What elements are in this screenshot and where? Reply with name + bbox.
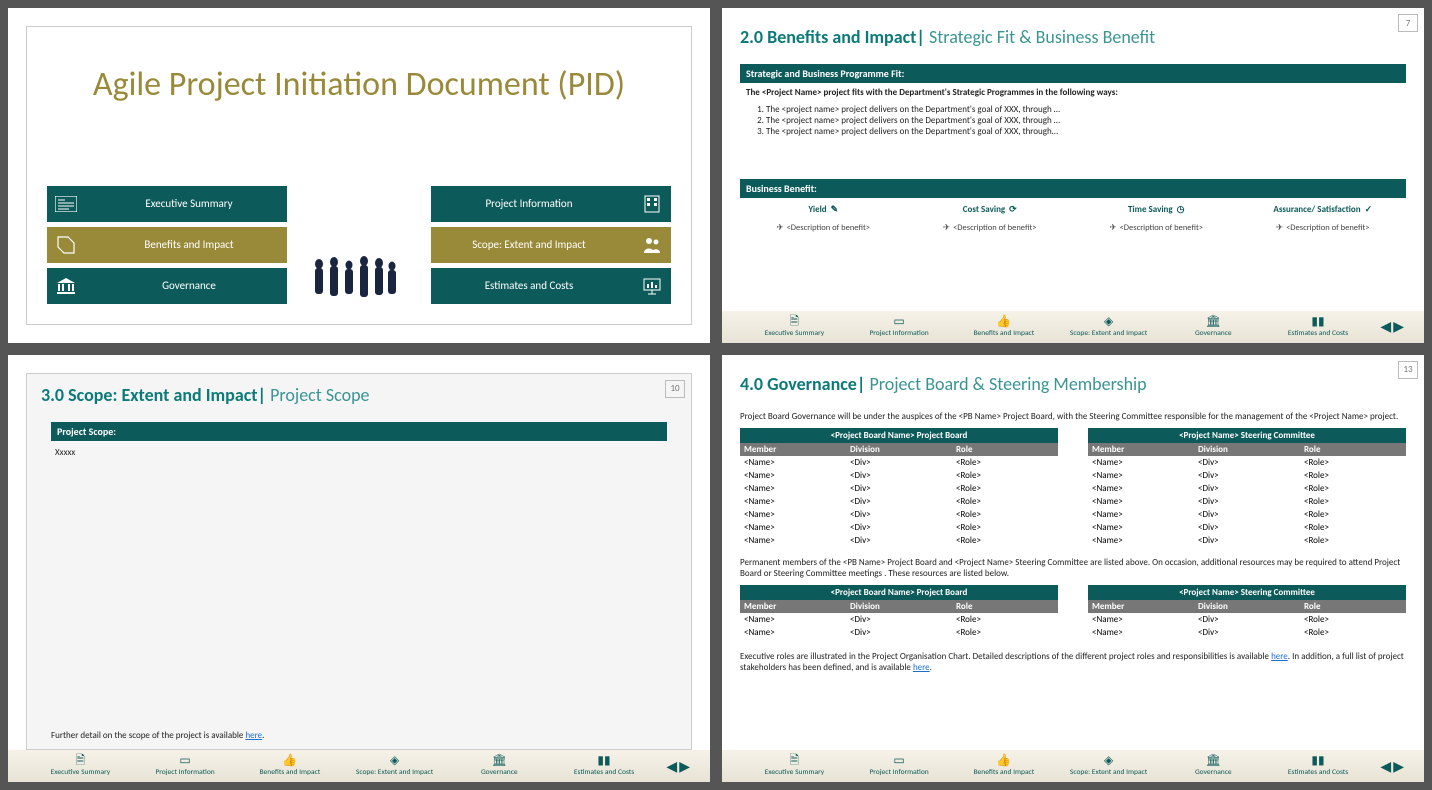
people-icon xyxy=(641,234,663,256)
institution-icon: 🏛 xyxy=(492,755,507,767)
prev-icon: ◀ xyxy=(1380,318,1391,335)
book-icon: ▭ xyxy=(893,316,904,328)
prev-icon: ◀ xyxy=(1380,758,1391,775)
nav-governance[interactable]: 🏛Governance xyxy=(1161,755,1266,777)
steering-committee-table: <Project Name> Steering Committee Member… xyxy=(1088,428,1406,547)
thumbs-up-icon: 👍 xyxy=(996,755,1011,767)
book-icon: ▭ xyxy=(893,755,904,767)
nav-arrows[interactable]: ◀▶ xyxy=(666,758,690,775)
gov-footer-note: Executive roles are illustrated in the P… xyxy=(740,651,1406,673)
nav-benefits[interactable]: 👍Benefits and Impact xyxy=(951,755,1056,777)
document-icon: 🗎 xyxy=(790,316,800,328)
project-board-table-2: <Project Board Name> Project Board Membe… xyxy=(740,585,1058,639)
footer-nav: 🗎Executive Summary ▭Project Information … xyxy=(722,311,1424,343)
institution-icon: 🏛 xyxy=(1206,755,1221,767)
chart-icon: ▮▮ xyxy=(1311,755,1324,767)
thumbs-up-icon: 👍 xyxy=(996,316,1011,328)
document-icon: 🗎 xyxy=(76,755,86,767)
target-icon: ◈ xyxy=(390,755,399,767)
refresh-icon: ⟳ xyxy=(1009,204,1017,215)
page-number: 10 xyxy=(665,380,685,398)
prev-icon: ◀ xyxy=(666,758,677,775)
target-icon: ◈ xyxy=(1104,316,1113,328)
slide-2: 7 2.0 Benefits and Impact| Strategic Fit… xyxy=(722,8,1424,343)
scope-here-link[interactable]: here xyxy=(245,730,262,741)
slide-1: Agile Project Initiation Document (PID) … xyxy=(8,8,710,343)
nav-benefits[interactable]: 👍Benefits and Impact xyxy=(951,316,1056,338)
footer-nav: 🗎Executive Summary ▭Project Information … xyxy=(722,750,1424,782)
nav-project-info[interactable]: ▭Project Information xyxy=(847,755,952,777)
nav-scope[interactable]: ◈Scope: Extent and Impact xyxy=(1056,755,1161,777)
footer-nav: 🗎Executive Summary ▭Project Information … xyxy=(8,750,710,782)
people-icon xyxy=(304,254,414,304)
roles-here-link[interactable]: here xyxy=(1271,651,1288,662)
institution-icon: 🏛 xyxy=(1206,316,1221,328)
next-icon: ▶ xyxy=(1393,318,1404,335)
clock-icon: ◷ xyxy=(1177,204,1185,215)
tag-icon xyxy=(55,234,77,256)
page-number: 7 xyxy=(1398,14,1418,32)
benefit-descs: ✈<Description of benefit> ✈<Description … xyxy=(740,223,1406,233)
menu-benefits[interactable]: Benefits and Impact xyxy=(47,227,287,263)
menu-estimates[interactable]: Estimates and Costs xyxy=(431,268,671,304)
next-icon: ▶ xyxy=(1393,758,1404,775)
next-icon: ▶ xyxy=(679,758,690,775)
scope-body: Xxxxx xyxy=(51,441,667,641)
nav-arrows[interactable]: ◀▶ xyxy=(1380,318,1404,335)
strategic-fit-bar: Strategic and Business Programme Fit: xyxy=(740,64,1406,83)
left-menu: Executive Summary Benefits and Impact Go… xyxy=(47,186,287,304)
book-icon: ▭ xyxy=(179,755,190,767)
nav-project-info[interactable]: ▭Project Information xyxy=(133,755,238,777)
slide3-heading: 3.0 Scope: Extent and Impact| Project Sc… xyxy=(41,384,677,406)
document-icon xyxy=(55,193,77,215)
nav-scope[interactable]: ◈Scope: Extent and Impact xyxy=(342,755,447,777)
check-icon: ✓ xyxy=(1365,204,1373,215)
project-scope-bar: Project Scope: xyxy=(51,422,667,441)
chart-icon: ▮▮ xyxy=(1311,316,1324,328)
menu-governance[interactable]: Governance xyxy=(47,268,287,304)
slide-4: 13 4.0 Governance| Project Board & Steer… xyxy=(722,355,1424,783)
nav-exec-summary[interactable]: 🗎Executive Summary xyxy=(742,316,847,338)
menu-scope[interactable]: Scope: Extent and Impact xyxy=(431,227,671,263)
project-board-table: <Project Board Name> Project Board Membe… xyxy=(740,428,1058,547)
nav-estimates[interactable]: ▮▮Estimates and Costs xyxy=(552,755,657,777)
menu-exec-summary[interactable]: Executive Summary xyxy=(47,186,287,222)
page-number: 13 xyxy=(1398,361,1418,379)
slide-3: 10 3.0 Scope: Extent and Impact| Project… xyxy=(8,355,710,783)
slide2-heading: 2.0 Benefits and Impact| Strategic Fit &… xyxy=(740,26,1406,48)
nav-arrows[interactable]: ◀▶ xyxy=(1380,758,1404,775)
presentation-icon xyxy=(641,275,663,297)
nav-governance[interactable]: 🏛Governance xyxy=(1161,316,1266,338)
menu-project-info[interactable]: Project Information xyxy=(431,186,671,222)
chart-icon: ▮▮ xyxy=(597,755,610,767)
target-icon: ◈ xyxy=(1104,755,1113,767)
nav-exec-summary[interactable]: 🗎Executive Summary xyxy=(742,755,847,777)
strategic-bullets: The <project name> project delivers on t… xyxy=(740,102,1406,139)
right-menu: Project Information Scope: Extent and Im… xyxy=(431,186,671,304)
nav-estimates[interactable]: ▮▮Estimates and Costs xyxy=(1266,755,1371,777)
stakeholders-here-link[interactable]: here xyxy=(913,662,930,673)
nav-exec-summary[interactable]: 🗎Executive Summary xyxy=(28,755,133,777)
scope-footer-note: Further detail on the scope of the proje… xyxy=(51,730,264,741)
gov-tables-2: <Project Board Name> Project Board Membe… xyxy=(740,585,1406,639)
building-icon xyxy=(641,193,663,215)
thumbs-up-icon: 👍 xyxy=(282,755,297,767)
slide4-heading: 4.0 Governance| Project Board & Steering… xyxy=(740,373,1406,395)
nav-scope[interactable]: ◈Scope: Extent and Impact xyxy=(1056,316,1161,338)
nav-project-info[interactable]: ▭Project Information xyxy=(847,316,952,338)
nav-governance[interactable]: 🏛Governance xyxy=(447,755,552,777)
feather-icon: ✎ xyxy=(831,204,839,215)
nav-benefits[interactable]: 👍Benefits and Impact xyxy=(237,755,342,777)
steering-committee-table-2: <Project Name> Steering Committee Member… xyxy=(1088,585,1406,639)
gov-tables-1: <Project Board Name> Project Board Membe… xyxy=(740,428,1406,547)
gov-intro: Project Board Governance will be under t… xyxy=(740,411,1406,422)
document-title: Agile Project Initiation Document (PID) xyxy=(41,65,677,106)
institution-icon xyxy=(55,275,77,297)
business-benefit-bar: Business Benefit: xyxy=(740,179,1406,198)
gov-mid-text: Permanent members of the <PB Name> Proje… xyxy=(740,557,1406,579)
benefit-headers: Yield✎ Cost Saving⟳ Time Saving◷ Assuran… xyxy=(740,204,1406,217)
nav-estimates[interactable]: ▮▮Estimates and Costs xyxy=(1266,316,1371,338)
document-icon: 🗎 xyxy=(790,755,800,767)
